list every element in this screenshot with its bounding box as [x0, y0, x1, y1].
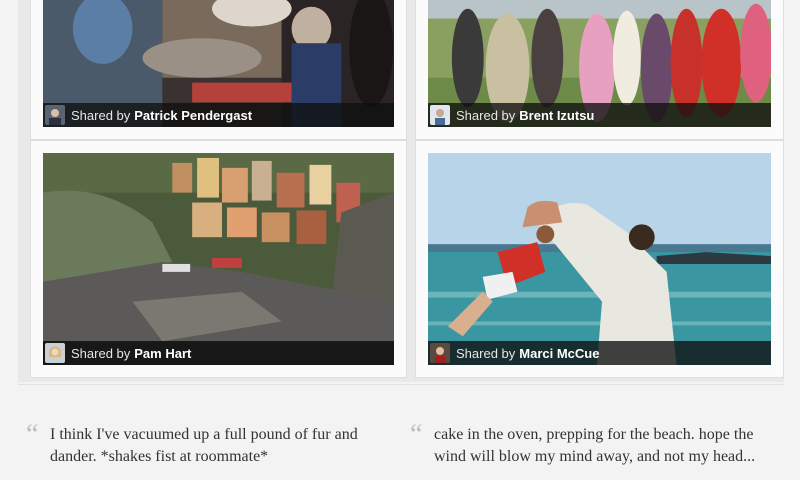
photo-caption: Shared by Patrick Pendergast: [43, 103, 394, 127]
avatar-icon[interactable]: [430, 343, 450, 363]
status-quote: “ I think I've vacuumed up a full pound …: [26, 419, 366, 468]
user-name-link[interactable]: Patrick Pendergast: [134, 108, 252, 123]
user-name-link[interactable]: Brent Izutsu: [519, 108, 594, 123]
avatar-icon[interactable]: [430, 105, 450, 125]
user-name-link[interactable]: Marci McCue: [519, 346, 599, 361]
photo-beach-swing-icon[interactable]: Shared by Marci McCue: [428, 153, 771, 365]
status-quote: “ cake in the oven, prepping for the bea…: [410, 419, 782, 468]
shared-by-label: Shared by: [456, 107, 516, 123]
user-name-link[interactable]: Pam Hart: [134, 346, 191, 361]
photo-caption: Shared by Brent Izutsu: [428, 103, 771, 127]
photo-card: Shared by Patrick Pendergast: [30, 0, 407, 140]
photo-card: Shared by Marci McCue: [415, 140, 784, 378]
photo-gallery: Shared by Patrick Pendergast Shared by B…: [18, 0, 784, 382]
shared-by-label: Shared by: [456, 345, 516, 361]
avatar-icon[interactable]: [45, 105, 65, 125]
photo-coastal-village-icon[interactable]: Shared by Pam Hart: [43, 153, 394, 365]
shared-by-label: Shared by: [71, 345, 131, 361]
shared-by-label: Shared by: [71, 107, 131, 123]
quote-mark-icon: “: [26, 419, 39, 450]
avatar-icon[interactable]: [45, 343, 65, 363]
quote-text: cake in the oven, prepping for the beach…: [434, 426, 756, 465]
quote-text: I think I've vacuumed up a full pound of…: [50, 426, 358, 465]
photo-card: Shared by Pam Hart: [30, 140, 407, 378]
photo-office-people-icon[interactable]: Shared by Patrick Pendergast: [43, 0, 394, 127]
quote-mark-icon: “: [410, 419, 423, 450]
divider: [18, 384, 784, 385]
photo-caption: Shared by Marci McCue: [428, 341, 771, 365]
photo-caption: Shared by Pam Hart: [43, 341, 394, 365]
photo-card: Shared by Brent Izutsu: [415, 0, 784, 140]
photo-crowd-outdoors-icon[interactable]: Shared by Brent Izutsu: [428, 0, 771, 127]
